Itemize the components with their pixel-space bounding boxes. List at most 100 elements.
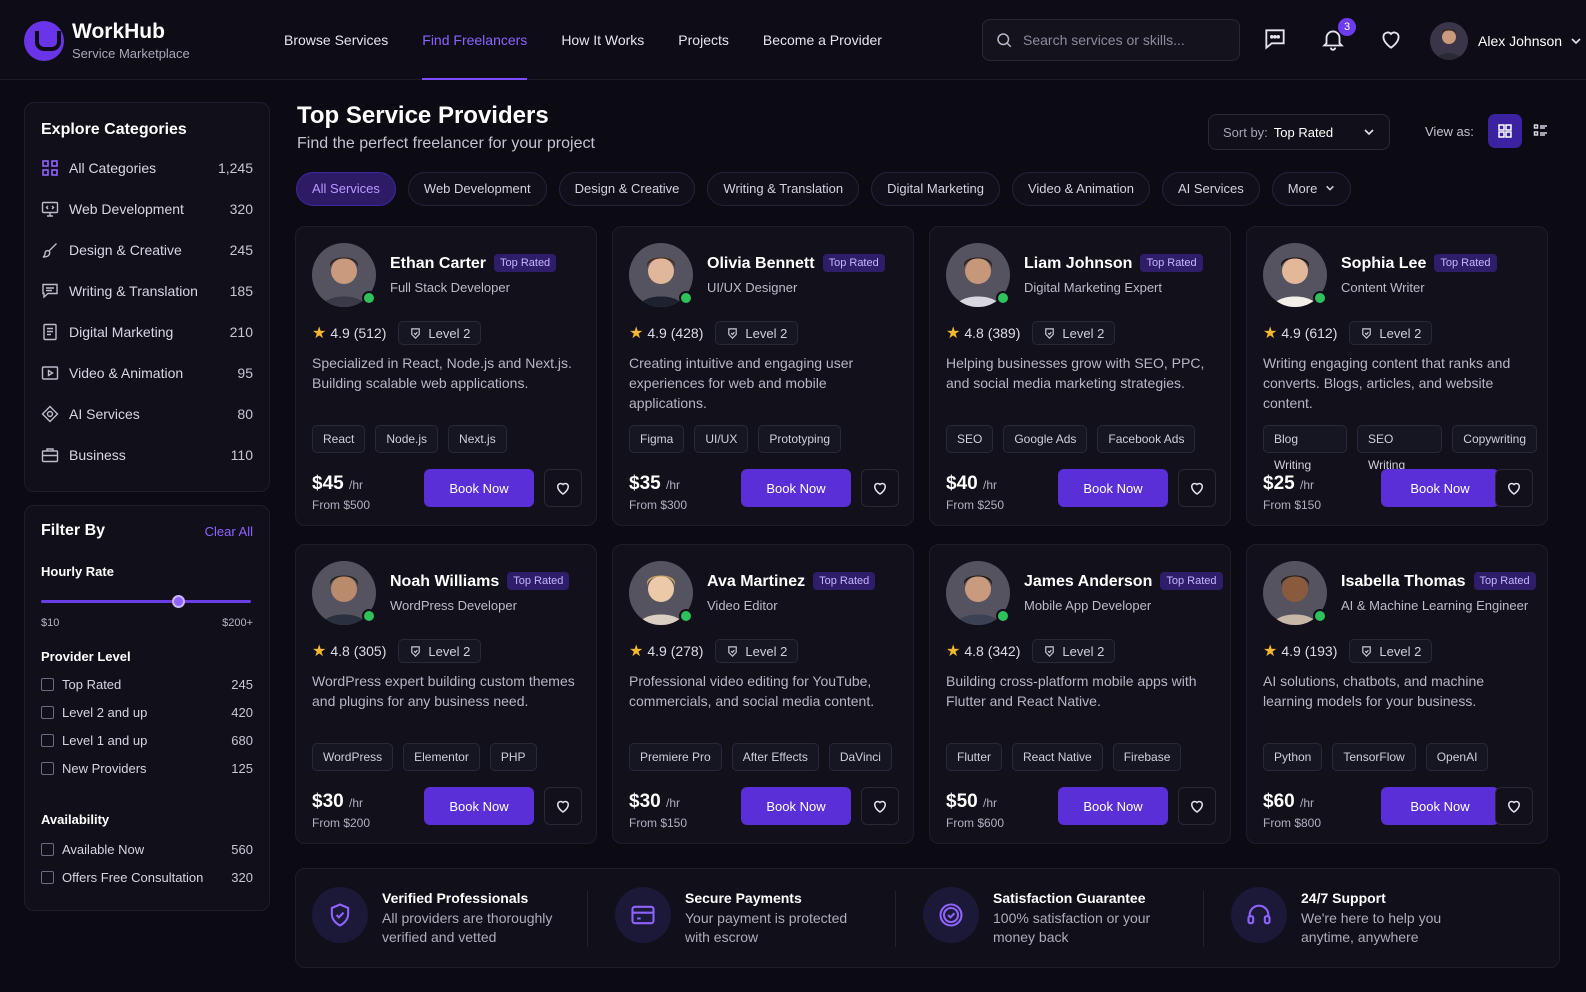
slider-thumb[interactable] (171, 595, 185, 608)
chip-web-development[interactable]: Web Development (407, 172, 547, 206)
favorite-button[interactable] (861, 469, 899, 507)
messages-button[interactable] (1262, 26, 1290, 54)
provider-role: WordPress Developer (390, 598, 517, 613)
provider-card-james-anderson[interactable]: James Anderson Top Rated Mobile App Devel… (929, 544, 1231, 844)
sidebar-item-writing-translation[interactable]: Writing & Translation 185 (41, 270, 253, 311)
nav-projects[interactable]: Projects (678, 0, 729, 80)
book-now-button[interactable]: Book Now (1381, 787, 1499, 825)
provider-name[interactable]: Sophia Lee (1341, 255, 1426, 272)
provider-card-ethan-carter[interactable]: Ethan Carter Top Rated Full Stack Develop… (295, 226, 597, 526)
checkbox-level-1[interactable]: Level 1 and up 680 (41, 726, 253, 754)
sidebar-item-label: AI Services (69, 405, 140, 422)
checkbox[interactable] (41, 761, 54, 775)
clear-all-link[interactable]: Clear All (205, 524, 253, 539)
provider-description: WordPress expert building custom themes … (312, 673, 575, 709)
nav-become-provider[interactable]: Become a Provider (763, 0, 882, 80)
checkbox[interactable] (41, 733, 54, 747)
chip-all-services[interactable]: All Services (296, 172, 396, 206)
favorite-button[interactable] (544, 787, 582, 825)
message-icon (1265, 29, 1285, 50)
hourly-rate-slider[interactable] (41, 593, 253, 609)
checkbox-free-consultation[interactable]: Offers Free Consultation 320 (41, 863, 253, 891)
checkbox-available-now[interactable]: Available Now 560 (41, 835, 253, 863)
provider-name[interactable]: Isabella Thomas (1341, 573, 1466, 590)
skill-tags: Figma UI/UX Prototyping (629, 425, 851, 453)
provider-name[interactable]: Noah Williams (390, 573, 499, 590)
favorite-button[interactable] (1495, 469, 1533, 507)
provider-card-noah-williams[interactable]: Noah Williams Top Rated WordPress Develop… (295, 544, 597, 844)
notifications-button[interactable]: 3 (1320, 18, 1356, 54)
price-value: $35 (629, 473, 661, 494)
search-box[interactable] (982, 19, 1240, 61)
book-now-button[interactable]: Book Now (741, 787, 851, 825)
user-menu[interactable]: Alex Johnson (1430, 22, 1582, 60)
chip-video-animation[interactable]: Video & Animation (1011, 172, 1150, 206)
chip-design-creative[interactable]: Design & Creative (558, 172, 696, 206)
provider-card-olivia-bennett[interactable]: Olivia Bennett Top Rated UI/UX Designer ★… (612, 226, 914, 526)
book-now-button[interactable]: Book Now (1058, 469, 1168, 507)
favorite-button[interactable] (1178, 787, 1216, 825)
sidebar-item-ai-services[interactable]: AI Services 80 (41, 393, 253, 434)
heart-icon (1190, 482, 1204, 495)
book-now-button[interactable]: Book Now (1381, 469, 1499, 507)
favorite-button[interactable] (544, 469, 582, 507)
book-now-button[interactable]: Book Now (1058, 787, 1168, 825)
star-icon: ★ (312, 643, 327, 660)
chip-writing-translation[interactable]: Writing & Translation (707, 172, 860, 206)
book-now-button[interactable]: Book Now (424, 787, 534, 825)
checkbox-top-rated[interactable]: Top Rated 245 (41, 670, 253, 698)
provider-card-sophia-lee[interactable]: Sophia Lee Top Rated Content Writer ★ 4.9… (1246, 226, 1548, 526)
provider-role: UI/UX Designer (707, 280, 798, 295)
checkbox[interactable] (41, 677, 54, 691)
favorite-button[interactable] (1495, 787, 1533, 825)
skill-tag: React Native (1012, 743, 1103, 771)
provider-card-liam-johnson[interactable]: Liam Johnson Top Rated Digital Marketing … (929, 226, 1231, 526)
favorite-button[interactable] (861, 787, 899, 825)
favorites-button[interactable] (1378, 26, 1406, 54)
book-now-button[interactable]: Book Now (741, 469, 851, 507)
checkbox[interactable] (41, 842, 54, 856)
search-input[interactable] (1023, 32, 1223, 48)
grid-icon (42, 159, 58, 176)
grid-view-button[interactable] (1488, 114, 1522, 148)
top-rated-badge: Top Rated (1160, 572, 1223, 590)
book-now-button[interactable]: Book Now (424, 469, 534, 507)
nav-browse-services[interactable]: Browse Services (284, 0, 388, 80)
chevron-down-icon (1571, 38, 1581, 45)
provider-description: Professional video editing for YouTube, … (629, 673, 875, 709)
provider-name[interactable]: Olivia Bennett (707, 255, 815, 272)
feature-desc: All providers are thoroughly verified an… (382, 910, 553, 945)
level-badge: Level 2 (1032, 321, 1116, 345)
provider-name[interactable]: Liam Johnson (1024, 255, 1132, 272)
provider-description: Writing engaging content that ranks and … (1263, 355, 1511, 411)
provider-card-isabella-thomas[interactable]: Isabella Thomas Top Rated AI & Machine Le… (1246, 544, 1548, 844)
sidebar-item-design-creative[interactable]: Design & Creative 245 (41, 229, 253, 270)
brand-logo[interactable]: WorkHub Service Marketplace (24, 20, 190, 61)
provider-name[interactable]: Ava Martinez (707, 573, 805, 590)
skill-tags: SEO Google Ads Facebook Ads (946, 425, 1205, 453)
checkbox-new-providers[interactable]: New Providers 125 (41, 754, 253, 782)
price-from: From $150 (629, 816, 688, 830)
price: $60 /hr (1263, 791, 1314, 813)
online-indicator (996, 291, 1010, 305)
provider-name[interactable]: James Anderson (1024, 573, 1152, 590)
chip-ai-services[interactable]: AI Services (1161, 172, 1260, 206)
nav-find-freelancers[interactable]: Find Freelancers (422, 0, 528, 80)
chip-more[interactable]: More (1271, 172, 1351, 206)
checkbox-count: 245 (231, 676, 253, 692)
checkbox[interactable] (41, 705, 54, 719)
sidebar-item-video-animation[interactable]: Video & Animation 95 (41, 352, 253, 393)
sidebar-item-digital-marketing[interactable]: Digital Marketing 210 (41, 311, 253, 352)
chip-digital-marketing[interactable]: Digital Marketing (871, 172, 1000, 206)
sidebar-item-business[interactable]: Business 110 (41, 434, 253, 475)
list-view-button[interactable] (1524, 114, 1558, 148)
favorite-button[interactable] (1178, 469, 1216, 507)
checkbox[interactable] (41, 870, 54, 884)
provider-name[interactable]: Ethan Carter (390, 255, 486, 272)
sidebar-item-web-development[interactable]: Web Development 320 (41, 188, 253, 229)
nav-how-it-works[interactable]: How It Works (561, 0, 644, 80)
sort-dropdown[interactable]: Sort by: Top Rated (1208, 114, 1390, 150)
sidebar-item-all-categories[interactable]: All Categories 1,245 (41, 147, 253, 188)
provider-card-ava-martinez[interactable]: Ava Martinez Top Rated Video Editor ★ 4.9… (612, 544, 914, 844)
checkbox-level-2[interactable]: Level 2 and up 420 (41, 698, 253, 726)
